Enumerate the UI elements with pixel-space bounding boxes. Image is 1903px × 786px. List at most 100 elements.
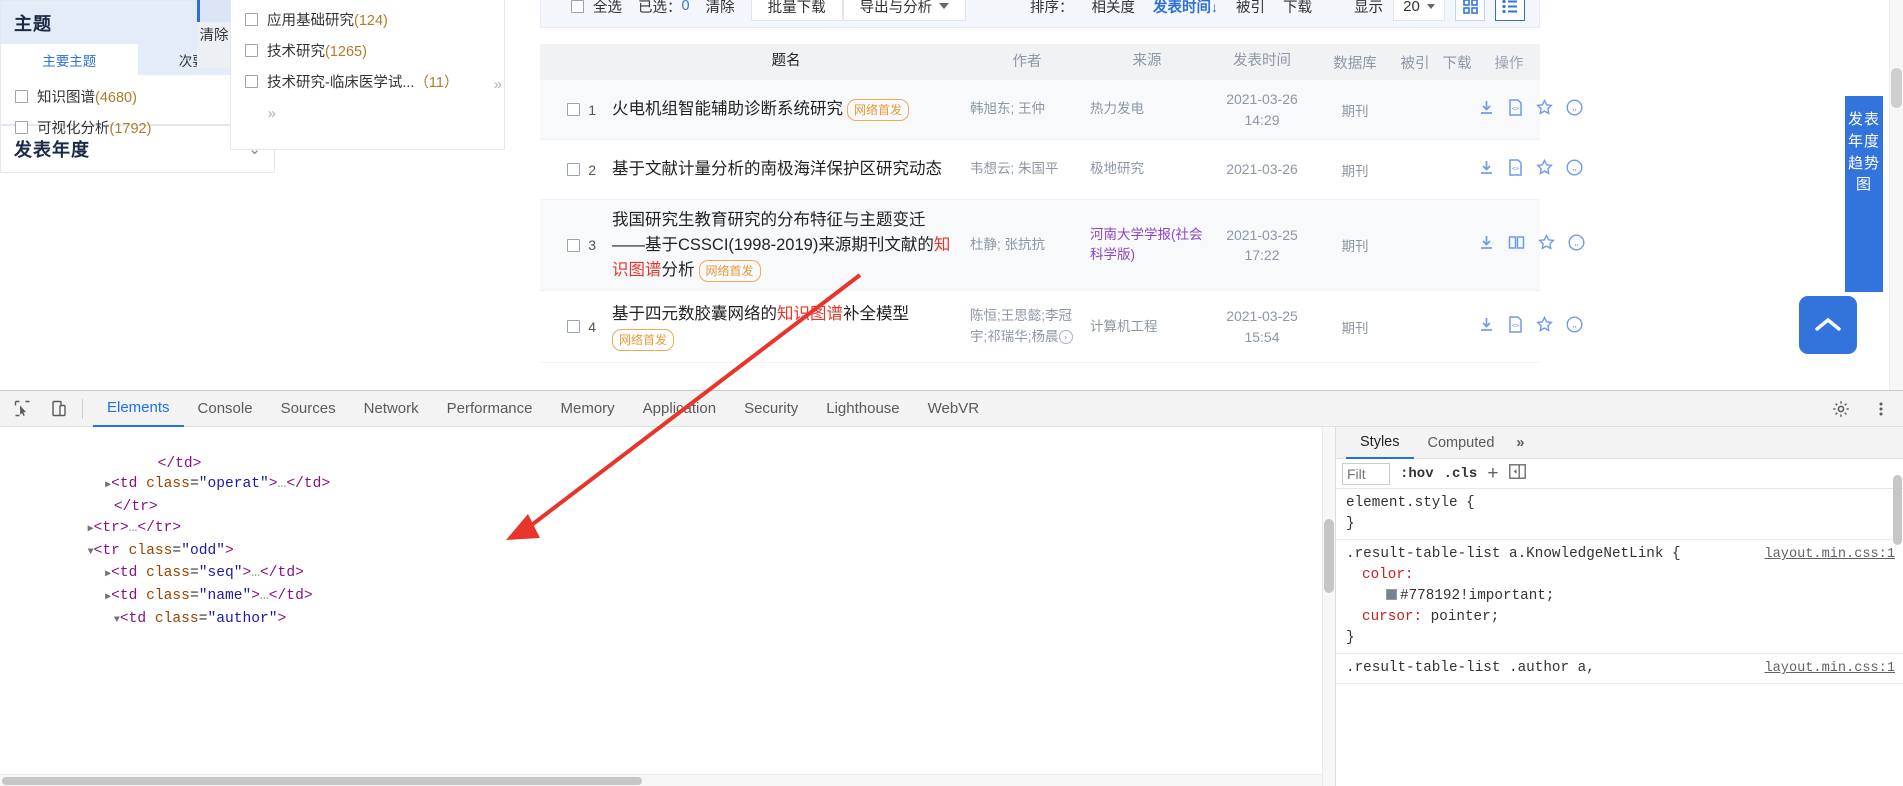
row-title-link[interactable]: 火电机组智能辅助诊断系统研究 [612, 100, 843, 118]
facet-item[interactable]: 应用基础研究(124) [245, 4, 490, 35]
dom-scrollbar-thumb[interactable] [1324, 519, 1334, 593]
row-title-link[interactable]: 我国研究生教育研究的分布特征与主题变迁——基于CSSCI(1998-2019)来… [612, 211, 934, 254]
dom-tree[interactable]: </td> ▶<td class="operat">…</td> </tr> ▶… [0, 427, 1335, 631]
dom-line[interactable]: ▶<td class="name">…</td> [0, 588, 313, 604]
publication-trend-tab[interactable]: 发表年度趋势图 [1845, 96, 1883, 292]
style-rule[interactable]: layout.min.css:1 .result-table-list .auth… [1336, 654, 1903, 684]
sort-publish-date[interactable]: 发表时间↓ [1153, 0, 1218, 17]
row-checkbox[interactable] [567, 238, 581, 252]
select-all-checkbox[interactable] [571, 0, 584, 13]
quote-icon[interactable]: ,, [1566, 98, 1583, 121]
download-icon[interactable] [1478, 99, 1495, 121]
clear-selection-button[interactable]: 清除 [706, 0, 735, 17]
style-source-link[interactable]: layout.min.css:1 [1764, 658, 1895, 679]
style-declaration[interactable]: color: #778192!important; [1346, 565, 1895, 607]
row-source[interactable]: 热力发电 [1090, 99, 1208, 119]
facet-item[interactable]: 知识图谱(4680) [15, 81, 260, 112]
styles-scrollbar-thumb[interactable] [1893, 475, 1902, 545]
table-row[interactable]: 4 基于四元数胶囊网络的知识图谱补全模型 网络首发 陈恒;王思懿;李冠宇;祁瑞华;… [540, 291, 1583, 364]
style-selector[interactable]: .result-table-list a.KnowledgeNetLink { [1346, 546, 1681, 562]
style-rule[interactable]: layout.min.css:1 .result-table-list a.Kno… [1336, 540, 1903, 654]
gear-icon[interactable] [1827, 395, 1855, 423]
chevron-right-double-icon[interactable]: » [494, 76, 502, 93]
list-view-icon[interactable] [1495, 0, 1525, 21]
style-selector[interactable]: element.style { [1346, 493, 1895, 514]
dom-line[interactable]: ▶<tr>…</tr> [0, 520, 182, 536]
row-checkbox[interactable] [567, 163, 581, 176]
select-all-label[interactable]: 全选 [593, 0, 622, 17]
dom-tree-pane[interactable]: </td> ▶<td class="operat">…</td> </tr> ▶… [0, 427, 1335, 786]
toggle-sidebar-icon[interactable] [1508, 463, 1526, 484]
dom-line[interactable]: </td> [0, 456, 202, 472]
table-row[interactable]: 2 基于文献计量分析的南极海洋保护区研究动态 韦想云; 朱国平 极地研究 202… [540, 140, 1583, 200]
tab-webvr[interactable]: WebVR [914, 391, 993, 427]
quote-icon[interactable]: ,, [1566, 158, 1583, 181]
dom-line[interactable]: ▶<td class="seq">…</td> [0, 565, 304, 581]
tab-lighthouse[interactable]: Lighthouse [812, 391, 913, 427]
page-scrollbar[interactable] [1889, 0, 1903, 390]
star-icon[interactable] [1536, 98, 1553, 121]
dom-horizontal-scrollbar-thumb[interactable] [2, 777, 642, 785]
tab-performance[interactable]: Performance [433, 391, 547, 427]
styles-rules-list[interactable]: element.style { } layout.min.css:1 .resul… [1336, 489, 1903, 786]
page-size-select[interactable]: 20 [1393, 0, 1445, 21]
more-vertical-icon[interactable] [1867, 395, 1895, 423]
row-authors[interactable]: 韦想云; 朱国平 [970, 159, 1090, 180]
tab-computed[interactable]: Computed [1414, 427, 1509, 459]
dom-line[interactable]: </tr> [0, 499, 158, 515]
download-icon[interactable] [1478, 234, 1495, 256]
tab-sources[interactable]: Sources [267, 391, 350, 427]
code-file-icon[interactable]: <> [1508, 316, 1523, 338]
tab-memory[interactable]: Memory [547, 391, 629, 427]
sort-relevance[interactable]: 相关度 [1092, 0, 1136, 17]
element-classes-toggle[interactable]: .cls [1444, 466, 1478, 482]
star-icon[interactable] [1536, 158, 1553, 181]
tab-application[interactable]: Application [629, 391, 730, 427]
batch-download-button[interactable]: 批量下载 [750, 0, 843, 21]
table-row[interactable]: 1 火电机组智能辅助诊断系统研究 网络首发 韩旭东; 王仲 热力发电 2021-0… [540, 80, 1583, 140]
style-value[interactable]: pointer; [1431, 609, 1500, 625]
style-selector[interactable]: .result-table-list .author a, [1346, 660, 1595, 676]
facet-confirm-button[interactable]: 确定 [197, 0, 231, 22]
row-authors[interactable]: 杜静; 张抗抗 [970, 235, 1090, 256]
quote-icon[interactable]: ,, [1568, 234, 1585, 256]
dom-horizontal-scrollbar[interactable] [0, 774, 1322, 786]
inspect-cursor-icon[interactable] [8, 395, 36, 423]
checkbox[interactable] [15, 90, 28, 103]
row-source[interactable]: 河南大学学报(社会科学版) [1090, 225, 1208, 266]
styles-filter-input[interactable] [1342, 462, 1390, 485]
row-checkbox[interactable] [567, 103, 581, 116]
chevron-right-double-icon[interactable]: » [268, 105, 276, 122]
row-title-link[interactable]: 基于四元数胶囊网络的 [612, 305, 777, 323]
quote-icon[interactable]: ,, [1566, 316, 1583, 338]
facet-item[interactable]: 技术研究(1265) [245, 35, 490, 66]
pseudo-hover-toggle[interactable]: :hov [1400, 466, 1434, 482]
page-scrollbar-thumb[interactable] [1891, 68, 1902, 108]
style-declaration[interactable]: cursor: pointer; [1346, 607, 1895, 628]
sort-citations[interactable]: 被引 [1236, 0, 1265, 17]
sort-downloads[interactable]: 下载 [1283, 0, 1312, 17]
color-swatch[interactable] [1386, 589, 1397, 600]
checkbox[interactable] [245, 13, 258, 26]
row-checkbox[interactable] [567, 320, 581, 334]
style-source-link[interactable]: layout.min.css:1 [1764, 544, 1895, 565]
row-source[interactable]: 计算机工程 [1090, 317, 1208, 337]
dom-line[interactable]: ▼<tr class="odd"> [0, 543, 234, 559]
tab-styles[interactable]: Styles [1346, 427, 1414, 459]
book-icon[interactable] [1508, 234, 1525, 256]
export-analyze-button[interactable]: 导出与分析 [842, 0, 967, 21]
row-authors[interactable]: 陈恒;王思懿;李冠宇;祁瑞华;杨晨 [970, 308, 1072, 344]
table-row[interactable]: 3 我国研究生教育研究的分布特征与主题变迁——基于CSSCI(1998-2019… [540, 200, 1585, 292]
facet-item[interactable]: 技术研究-临床医学试...（11） [245, 66, 490, 97]
star-icon[interactable] [1536, 315, 1553, 338]
tab-security[interactable]: Security [730, 391, 812, 427]
chevron-right-double-icon[interactable]: » [1508, 427, 1532, 459]
dom-line[interactable]: ▶<td class="operat">…</td> [0, 476, 330, 492]
row-title-highlight[interactable]: 知识图谱 [777, 305, 843, 323]
plus-icon[interactable]: + [1487, 463, 1498, 485]
row-authors[interactable]: 韩旭东; 王仲 [970, 99, 1090, 120]
code-file-icon[interactable]: <> [1508, 158, 1523, 181]
style-rule[interactable]: element.style { } [1336, 489, 1903, 540]
facet-item[interactable]: 可视化分析(1792) [15, 112, 260, 143]
facet-clear-button[interactable]: 清除 [197, 22, 231, 68]
